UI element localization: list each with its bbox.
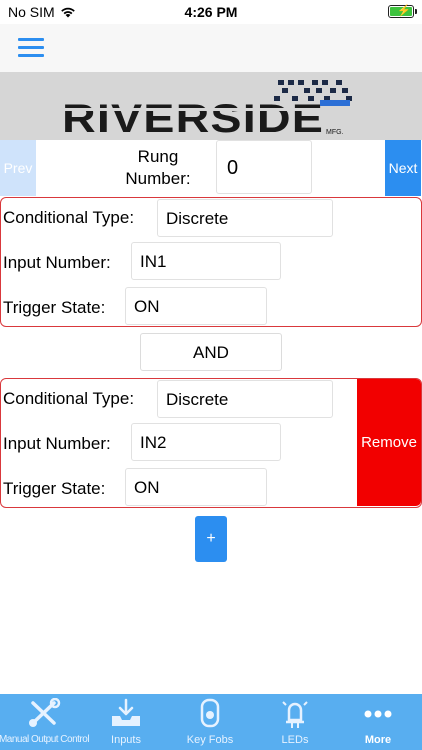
more-icon: [364, 710, 392, 718]
operator-button[interactable]: AND: [140, 333, 282, 371]
nav-bar: [0, 24, 422, 72]
conditional-type-field[interactable]: Discrete: [157, 380, 333, 418]
trigger-state-label: Trigger State:: [3, 298, 106, 317]
tab-label: Key Fobs: [186, 734, 234, 746]
logo-wordmark: RIVERSIDE: [62, 97, 324, 136]
battery-icon: ⚡: [388, 5, 417, 18]
conditional-card-1: Conditional Type: Discrete Input Number:…: [0, 197, 422, 327]
input-number-field[interactable]: IN2: [131, 423, 281, 461]
logo-sub: MFG.: [326, 129, 344, 136]
trigger-state-field[interactable]: ON: [125, 287, 267, 325]
menu-icon[interactable]: [18, 38, 44, 58]
tab-key-fobs[interactable]: Key Fobs: [164, 694, 256, 750]
tab-label: Manual Output Control: [0, 734, 90, 745]
input-number-field[interactable]: IN1: [131, 242, 281, 280]
tab-more[interactable]: More: [334, 694, 422, 750]
riverside-logo: RIVERSIDE MFG.: [60, 80, 352, 136]
brand-banner: RIVERSIDE MFG.: [0, 72, 422, 140]
charging-bolt-icon: ⚡: [397, 5, 411, 17]
tab-label: LEDs: [281, 734, 309, 746]
tab-inputs[interactable]: Inputs: [88, 694, 164, 750]
rung-number-input[interactable]: 0: [216, 140, 312, 194]
tab-bar: Manual Output Control Inputs Key Fobs LE…: [0, 694, 422, 750]
remove-button[interactable]: Remove: [357, 379, 421, 506]
key-fob-icon: [200, 698, 220, 728]
rung-row: Prev Rung Number: 0 Next: [0, 140, 422, 196]
add-conditional-button[interactable]: +: [195, 516, 227, 562]
trigger-state-label: Trigger State:: [3, 479, 106, 498]
conditional-type-field[interactable]: Discrete: [157, 199, 333, 237]
status-bar: No SIM 4:26 PM ⚡: [0, 0, 422, 24]
input-number-label: Input Number:: [3, 434, 111, 453]
tab-label: Inputs: [111, 734, 141, 746]
status-time: 4:26 PM: [184, 4, 238, 20]
tools-icon: [29, 698, 61, 727]
tab-leds[interactable]: LEDs: [256, 694, 334, 750]
rung-number-label: Rung Number:: [125, 147, 191, 188]
trigger-state-field[interactable]: ON: [125, 468, 267, 506]
prev-button[interactable]: Prev: [0, 140, 36, 196]
conditional-card-2: Conditional Type: Discrete Input Number:…: [0, 378, 422, 508]
conditional-type-label: Conditional Type:: [3, 208, 135, 227]
led-icon: [282, 701, 308, 728]
next-button[interactable]: Next: [385, 140, 421, 196]
tab-label: More: [364, 734, 392, 746]
inbox-icon: [112, 698, 140, 726]
conditional-type-label: Conditional Type:: [3, 389, 135, 408]
input-number-label: Input Number:: [3, 253, 111, 272]
tab-manual-output-control[interactable]: Manual Output Control: [0, 694, 90, 750]
